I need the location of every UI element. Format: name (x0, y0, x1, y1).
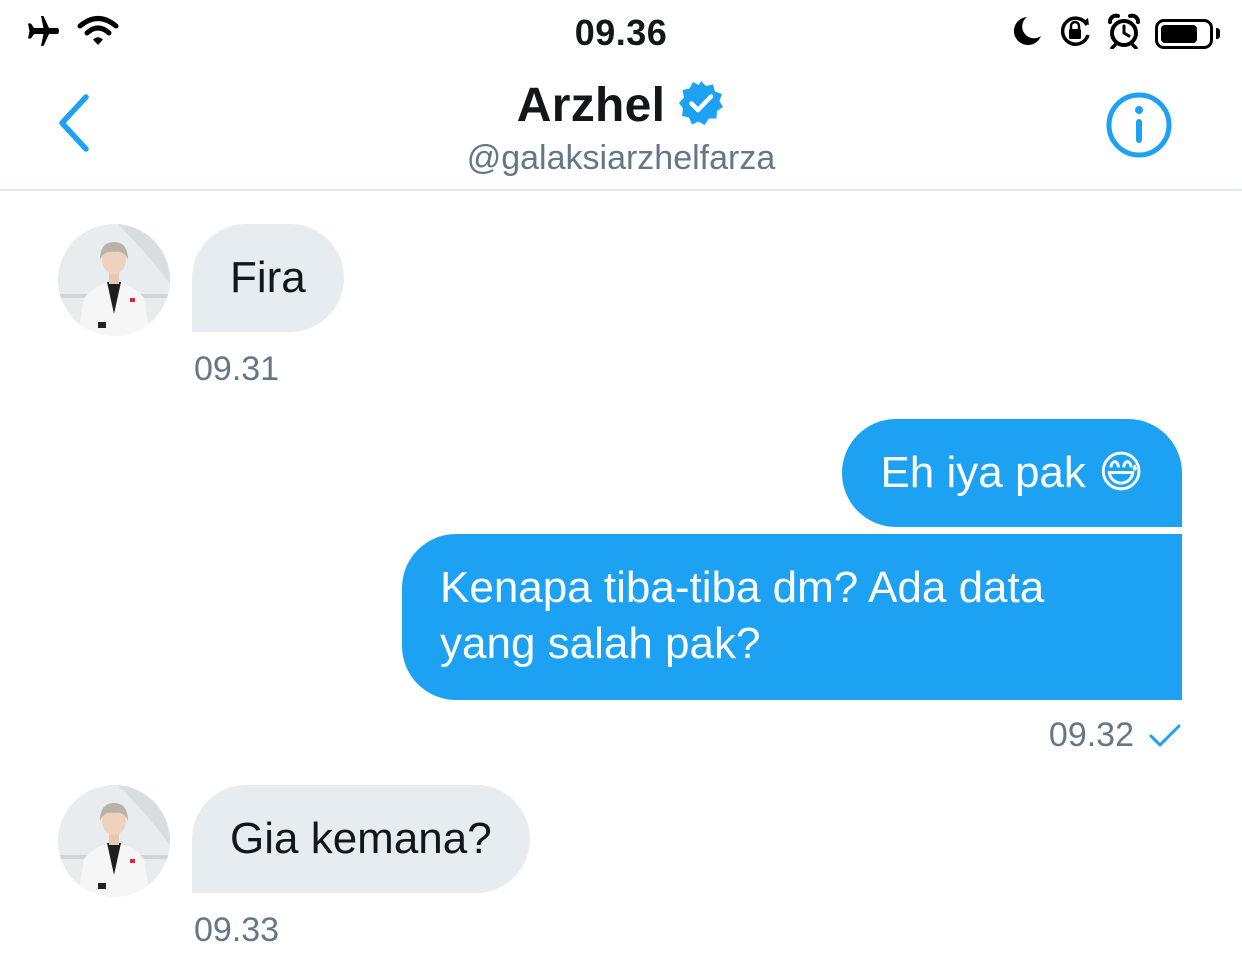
conversation-title[interactable]: Arzhel @galaksiarzhelfarza (0, 78, 1242, 178)
battery-icon (1155, 18, 1220, 49)
avatar[interactable] (58, 224, 170, 336)
outgoing-message-bubble[interactable]: Eh iya pak 😅 (842, 419, 1182, 527)
avatar[interactable] (58, 785, 170, 897)
info-icon (1104, 92, 1174, 164)
verified-badge-icon (677, 79, 725, 132)
status-right-icons (1011, 13, 1220, 54)
moon-icon (1011, 14, 1043, 53)
message-timestamp: 09.32 (1048, 716, 1134, 754)
incoming-message-bubble[interactable]: Fira (192, 224, 344, 332)
sent-check-icon (1148, 722, 1182, 755)
message-text: Kenapa tiba-tiba dm? Ada data yang salah… (440, 563, 1045, 668)
message-text: Fira (230, 253, 306, 302)
orientation-lock-icon (1057, 13, 1093, 54)
outgoing-message-bubble[interactable]: Kenapa tiba-tiba dm? Ada data yang salah… (402, 534, 1182, 700)
message-timestamp: 09.33 (194, 911, 280, 949)
alarm-icon (1107, 13, 1141, 54)
conversation-header: Arzhel @galaksiarzhelfarza (0, 62, 1242, 191)
contact-handle: @galaksiarzhelfarza (466, 139, 776, 177)
message-timestamp: 09.31 (194, 350, 280, 388)
message-text: Eh iya pak 😅 (880, 448, 1144, 497)
header-divider (0, 189, 1242, 191)
contact-name: Arzhel (516, 79, 666, 132)
status-bar: 09.36 (0, 0, 1242, 62)
message-text: Gia kemana? (230, 814, 492, 863)
info-button[interactable] (1104, 90, 1174, 160)
incoming-message-bubble[interactable]: Gia kemana? (192, 785, 530, 893)
